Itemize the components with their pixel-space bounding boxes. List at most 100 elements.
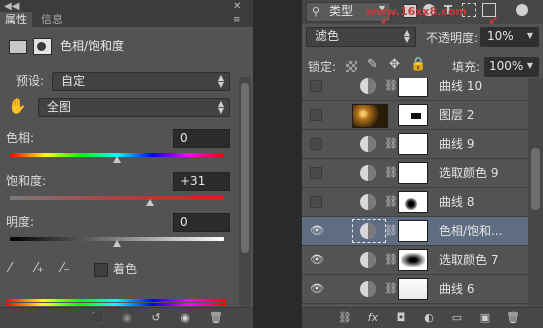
link-layers-icon[interactable]: ⛓ [337, 310, 353, 326]
delete-layer-icon[interactable]: 🗑 [505, 310, 521, 326]
opacity-input[interactable]: 10% ▼ [480, 27, 539, 47]
blend-mode-value: 滤色 [315, 29, 340, 43]
lock-position-icon[interactable]: ✥ [389, 58, 400, 72]
mask-icon[interactable] [33, 38, 52, 55]
visibility-toggle[interactable] [310, 196, 322, 208]
layers-bottombar: ⛓ fx ◘ ◐ ▭ ▣ 🗑 [302, 307, 543, 328]
link-icon: ⛓ [384, 195, 398, 208]
eye-icon[interactable]: 👁 [310, 225, 324, 237]
layers-list: ⛓ 曲线 10 图层 2 ⛓ 曲线 9 ⛓ 选取颜色 9 ⛓ 曲线 8 👁 ⛓ … [302, 78, 528, 307]
layer-row[interactable]: ⛓ 曲线 10 [302, 78, 528, 101]
layer-name[interactable]: 曲线 10 [439, 79, 482, 94]
visibility-icon[interactable]: ◉ [177, 310, 193, 326]
lock-transparency-icon[interactable] [346, 61, 357, 72]
layer-mask[interactable] [398, 191, 428, 213]
delete-icon[interactable]: 🗑 [208, 310, 224, 326]
hue-input[interactable]: 0 [173, 129, 230, 148]
layer-mask[interactable] [398, 278, 428, 300]
add-mask-icon[interactable]: ◘ [393, 310, 409, 326]
layer-row[interactable]: 👁 ⛓ 选取颜色 7 [302, 246, 528, 275]
clip-to-layer-icon[interactable]: ⬛ [90, 310, 106, 326]
updown-arrow-icon: ▲ ▼ [217, 73, 224, 89]
layer-row[interactable]: ⛓ 曲线 9 [302, 130, 528, 159]
layer-thumbnail [352, 104, 388, 128]
saturation-slider-thumb[interactable] [146, 199, 155, 206]
panel-divider [253, 0, 302, 327]
lightness-input[interactable]: 0 [173, 213, 230, 232]
adjustment-thumb-icon [360, 136, 376, 152]
panel-menu-icon[interactable]: ≡ [233, 15, 241, 25]
hand-tool-icon[interactable]: ✋ [8, 99, 27, 114]
channel-select[interactable]: 全图 ▲ ▼ [38, 98, 230, 117]
link-icon: ⛓ [384, 282, 398, 295]
fill-input[interactable]: 100% ▼ [484, 57, 539, 77]
visibility-toggle[interactable] [310, 109, 322, 121]
lock-all-icon[interactable]: 🔒 [410, 58, 426, 72]
lightness-slider-thumb[interactable] [113, 240, 121, 247]
search-icon: ⚲ [312, 5, 321, 18]
preset-value: 自定 [61, 74, 86, 88]
layer-mask[interactable] [398, 249, 428, 271]
collapse-icon[interactable]: ◀◀ [4, 2, 19, 12]
layer-name[interactable]: 曲线 9 [439, 137, 474, 152]
layer-name[interactable]: 图层 2 [439, 108, 474, 123]
eyedropper-minus-icon[interactable]: ⁄− [61, 262, 70, 277]
visibility-toggle[interactable] [310, 138, 322, 150]
close-icon[interactable]: ✕ [233, 2, 241, 12]
layer-mask[interactable] [398, 78, 428, 97]
blend-mode-select[interactable]: 滤色 ▲ ▼ [306, 27, 416, 47]
layer-row[interactable]: 图层 2 [302, 101, 528, 130]
eye-icon[interactable]: 👁 [310, 283, 324, 295]
adjustment-thumb-icon [360, 194, 376, 210]
hue-label: 色相: [6, 131, 35, 145]
properties-tabbar: ◀◀ ✕ 属性 信息 ≡ [0, 0, 253, 27]
tab-info[interactable]: 信息 [36, 12, 68, 27]
layer-row[interactable]: ⛓ 选取颜色 9 [302, 159, 528, 188]
eyedropper-icon[interactable]: ⁄ [9, 262, 11, 276]
fx-icon[interactable]: fx [365, 310, 381, 326]
layer-name[interactable]: 选取颜色 9 [439, 166, 498, 181]
spectrum-bar-bottom [6, 303, 226, 306]
properties-bottombar: ⬛ ◉ ↺ ◉ 🗑 [0, 307, 253, 328]
new-group-icon[interactable]: ▭ [449, 310, 465, 326]
adjustment-thumb-icon [360, 165, 376, 181]
fill-value: 100% [489, 59, 524, 73]
layers-scrollbar[interactable] [528, 78, 543, 307]
adjustment-thumb-icon [360, 252, 376, 268]
layer-mask[interactable] [398, 133, 428, 155]
layer-mask[interactable] [398, 162, 428, 184]
layer-name[interactable]: 选取颜色 7 [439, 253, 498, 268]
eyedropper-plus-icon[interactable]: ⁄+ [35, 262, 44, 277]
saturation-slider-track[interactable] [10, 196, 224, 200]
adjustment-title: 色相/饱和度 [60, 39, 125, 53]
layer-mask[interactable] [398, 104, 428, 126]
layer-row[interactable]: 👁 ⛓ 曲线 6 [302, 275, 528, 304]
hue-slider-thumb[interactable] [113, 156, 121, 163]
eye-icon[interactable]: 👁 [310, 254, 324, 266]
layer-mask[interactable] [398, 220, 428, 242]
preset-select[interactable]: 自定 ▲ ▼ [52, 72, 230, 91]
colorize-checkbox[interactable] [94, 263, 108, 277]
lock-brush-icon[interactable]: ✎ [367, 58, 378, 72]
lock-label: 锁定: [308, 60, 337, 74]
filter-toggle-icon[interactable] [516, 4, 528, 16]
saturation-input[interactable]: +31 [173, 172, 230, 191]
layer-row[interactable]: ⛓ 曲线 8 [302, 188, 528, 217]
preset-label: 预设: [16, 74, 45, 88]
scrollbar-thumb[interactable] [241, 83, 249, 253]
adjustment-icon [9, 40, 27, 54]
layer-name[interactable]: 曲线 8 [439, 195, 474, 210]
tab-properties[interactable]: 属性 [0, 12, 32, 27]
layer-name[interactable]: 色相/饱和... [439, 224, 503, 239]
new-layer-icon[interactable]: ▣ [477, 310, 493, 326]
scrollbar-thumb[interactable] [531, 148, 540, 210]
layer-name[interactable]: 曲线 6 [439, 282, 474, 297]
visibility-toggle[interactable] [310, 80, 322, 92]
visibility-toggle[interactable] [310, 167, 322, 179]
layer-row-selected[interactable]: 👁 ⛓ 色相/饱和... [302, 217, 528, 246]
lightness-label: 明度: [6, 215, 35, 229]
reset-icon[interactable]: ↺ [148, 310, 164, 326]
new-adjustment-icon[interactable]: ◐ [421, 310, 437, 326]
view-previous-state-icon[interactable]: ◉ [119, 310, 135, 326]
properties-scrollbar[interactable] [239, 77, 251, 307]
